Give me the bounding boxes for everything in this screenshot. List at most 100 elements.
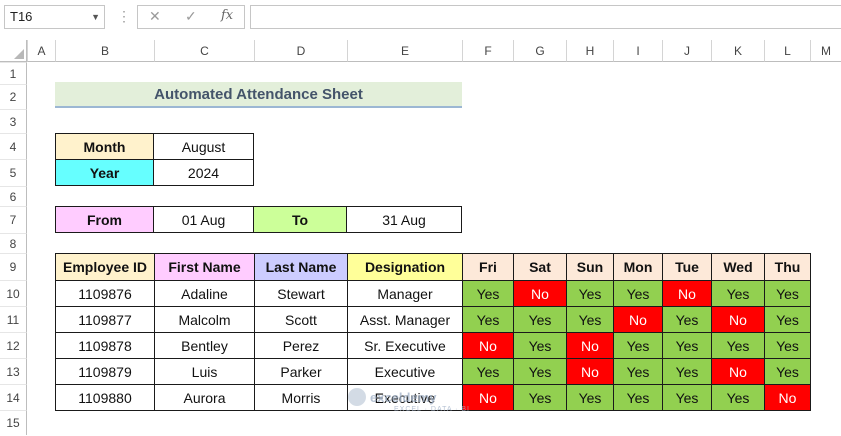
- to-value[interactable]: 31 Aug: [346, 206, 462, 233]
- to-label[interactable]: To: [253, 206, 347, 233]
- cell-first[interactable]: Luis: [154, 358, 255, 385]
- row-header-7[interactable]: 7: [0, 206, 27, 233]
- column-header-a[interactable]: A: [27, 40, 55, 62]
- column-header-k[interactable]: K: [711, 40, 764, 62]
- attendance-cell[interactable]: Yes: [662, 306, 712, 333]
- header-designation[interactable]: Designation: [347, 253, 463, 281]
- attendance-cell[interactable]: No: [462, 332, 514, 359]
- sheet-title[interactable]: Automated Attendance Sheet: [55, 82, 462, 108]
- column-header-e[interactable]: E: [347, 40, 462, 62]
- cell-last[interactable]: Parker: [254, 358, 348, 385]
- row-header-6[interactable]: 6: [0, 186, 27, 206]
- row-header-11[interactable]: 11: [0, 306, 27, 332]
- header-wed[interactable]: Wed: [711, 253, 765, 281]
- attendance-cell[interactable]: Yes: [764, 280, 811, 307]
- cell-designation[interactable]: Sr. Executive: [347, 332, 463, 359]
- attendance-cell[interactable]: Yes: [462, 306, 514, 333]
- attendance-cell[interactable]: Yes: [566, 384, 614, 411]
- header-first-name[interactable]: First Name: [154, 253, 255, 281]
- cell-id[interactable]: 1109876: [55, 280, 155, 307]
- attendance-cell[interactable]: Yes: [566, 306, 614, 333]
- header-sun[interactable]: Sun: [566, 253, 614, 281]
- attendance-cell[interactable]: No: [711, 306, 765, 333]
- row-header-15[interactable]: 15: [0, 410, 27, 435]
- from-label[interactable]: From: [55, 206, 154, 233]
- attendance-cell[interactable]: No: [566, 332, 614, 359]
- attendance-cell[interactable]: Yes: [513, 306, 567, 333]
- row-header-2[interactable]: 2: [0, 84, 27, 109]
- attendance-cell[interactable]: Yes: [662, 358, 712, 385]
- attendance-cell[interactable]: Yes: [711, 332, 765, 359]
- insert-function-icon[interactable]: fx: [221, 8, 233, 23]
- attendance-cell[interactable]: No: [513, 280, 567, 307]
- attendance-cell[interactable]: Yes: [613, 358, 663, 385]
- chevron-down-icon[interactable]: ▼: [91, 6, 100, 28]
- cell-designation[interactable]: Executive: [347, 358, 463, 385]
- cell-id[interactable]: 1109878: [55, 332, 155, 359]
- attendance-cell[interactable]: Yes: [513, 332, 567, 359]
- column-header-i[interactable]: I: [613, 40, 662, 62]
- attendance-cell[interactable]: Yes: [513, 384, 567, 411]
- row-header-13[interactable]: 13: [0, 358, 27, 384]
- cell-first[interactable]: Bentley: [154, 332, 255, 359]
- row-header-9[interactable]: 9: [0, 253, 27, 280]
- attendance-cell[interactable]: Yes: [462, 358, 514, 385]
- column-header-m[interactable]: M: [810, 40, 841, 62]
- year-label[interactable]: Year: [55, 159, 154, 186]
- row-header-8[interactable]: 8: [0, 233, 27, 253]
- year-value[interactable]: 2024: [153, 159, 254, 186]
- header-fri[interactable]: Fri: [462, 253, 514, 281]
- enter-icon[interactable]: ✓: [185, 8, 197, 25]
- attendance-cell[interactable]: Yes: [613, 332, 663, 359]
- column-header-c[interactable]: C: [154, 40, 254, 62]
- attendance-cell[interactable]: No: [662, 280, 712, 307]
- attendance-cell[interactable]: Yes: [613, 384, 663, 411]
- from-value[interactable]: 01 Aug: [153, 206, 254, 233]
- attendance-cell[interactable]: No: [711, 358, 765, 385]
- header-thu[interactable]: Thu: [764, 253, 811, 281]
- cell-designation[interactable]: Manager: [347, 280, 463, 307]
- header-employee-id[interactable]: Employee ID: [55, 253, 155, 281]
- attendance-cell[interactable]: Yes: [613, 280, 663, 307]
- cell-designation[interactable]: Asst. Manager: [347, 306, 463, 333]
- attendance-cell[interactable]: Yes: [662, 384, 712, 411]
- column-header-b[interactable]: B: [55, 40, 154, 62]
- attendance-cell[interactable]: Yes: [764, 358, 811, 385]
- cell-last[interactable]: Morris: [254, 384, 348, 411]
- header-sat[interactable]: Sat: [513, 253, 567, 281]
- column-header-f[interactable]: F: [462, 40, 513, 62]
- name-box[interactable]: T16 ▼: [4, 5, 105, 29]
- header-mon[interactable]: Mon: [613, 253, 663, 281]
- column-header-g[interactable]: G: [513, 40, 566, 62]
- header-tue[interactable]: Tue: [662, 253, 712, 281]
- select-all-button[interactable]: [0, 40, 27, 62]
- cell-last[interactable]: Stewart: [254, 280, 348, 307]
- header-last-name[interactable]: Last Name: [254, 253, 348, 281]
- cell-id[interactable]: 1109879: [55, 358, 155, 385]
- month-label[interactable]: Month: [55, 133, 154, 160]
- cancel-icon[interactable]: ✕: [149, 8, 161, 25]
- row-header-4[interactable]: 4: [0, 133, 27, 159]
- cell-first[interactable]: Adaline: [154, 280, 255, 307]
- cell-id[interactable]: 1109880: [55, 384, 155, 411]
- attendance-cell[interactable]: Yes: [566, 280, 614, 307]
- attendance-cell[interactable]: No: [613, 306, 663, 333]
- cell-id[interactable]: 1109877: [55, 306, 155, 333]
- column-header-j[interactable]: J: [662, 40, 711, 62]
- column-header-l[interactable]: L: [764, 40, 810, 62]
- attendance-cell[interactable]: Yes: [662, 332, 712, 359]
- row-header-14[interactable]: 14: [0, 384, 27, 410]
- cell-last[interactable]: Perez: [254, 332, 348, 359]
- formula-input[interactable]: [250, 5, 841, 29]
- row-header-5[interactable]: 5: [0, 159, 27, 186]
- attendance-cell[interactable]: Yes: [462, 280, 514, 307]
- attendance-cell[interactable]: Yes: [711, 384, 765, 411]
- cell-last[interactable]: Scott: [254, 306, 348, 333]
- attendance-cell[interactable]: Yes: [764, 332, 811, 359]
- row-header-3[interactable]: 3: [0, 109, 27, 133]
- attendance-cell[interactable]: Yes: [711, 280, 765, 307]
- cell-first[interactable]: Malcolm: [154, 306, 255, 333]
- attendance-cell[interactable]: No: [764, 384, 811, 411]
- cell-first[interactable]: Aurora: [154, 384, 255, 411]
- attendance-cell[interactable]: No: [566, 358, 614, 385]
